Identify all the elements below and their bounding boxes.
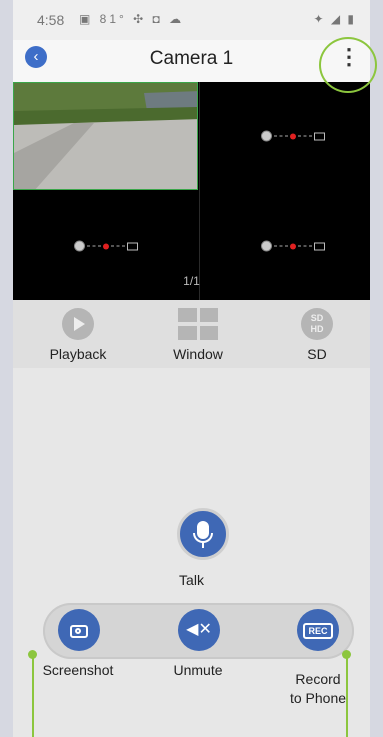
no-signal-indicator	[260, 240, 325, 252]
driveway-preview	[14, 83, 197, 189]
playback-button[interactable]: Playback	[28, 308, 128, 362]
camera-icon	[70, 625, 88, 638]
system-icons: ✦ ◢ ▮	[313, 12, 356, 26]
monitor-icon	[313, 242, 325, 250]
no-signal-indicator	[260, 130, 325, 142]
camera-icon	[73, 240, 85, 252]
window-button[interactable]: Window	[148, 308, 248, 362]
status-bar: 4:58 ▣ 81° ✣ ◘ ☁ ✦ ◢ ▮	[13, 0, 370, 40]
record-label: Record to Phone	[268, 670, 368, 708]
monitor-icon	[126, 242, 138, 250]
sd-label: SD	[307, 346, 327, 362]
tool-row: Playback Window SD HD SD	[13, 300, 370, 368]
camera-icon	[260, 130, 272, 142]
page-indicator: 1/1	[183, 274, 200, 288]
playback-label: Playback	[49, 346, 107, 362]
notification-icons: ▣ 81° ✣ ◘ ☁	[79, 12, 185, 26]
phone-screen: 4:58 ▣ 81° ✣ ◘ ☁ ✦ ◢ ▮ ‹ Camera 1 ⋮ 1/1 …	[13, 0, 370, 737]
grid-divider	[199, 82, 200, 300]
screenshot-button[interactable]	[58, 609, 100, 651]
unmute-button[interactable]: ◀✕	[178, 609, 220, 651]
record-label-line1: Record	[295, 671, 341, 687]
status-dot	[102, 243, 109, 249]
pointer-line-left	[32, 655, 34, 737]
play-icon	[62, 308, 94, 340]
sd-hd-icon: SD HD	[301, 308, 333, 340]
video-cell-2[interactable]	[200, 82, 370, 190]
status-time: 4:58	[37, 12, 65, 28]
video-grid: 1/1	[13, 82, 370, 300]
grid-icon	[178, 308, 218, 340]
screenshot-label: Screenshot	[42, 662, 114, 678]
camera-icon	[260, 240, 272, 252]
highlight-ring	[319, 37, 377, 93]
pointer-line-right	[346, 655, 348, 737]
muted-speaker-icon: ◀✕	[186, 621, 212, 638]
talk-label: Talk	[179, 572, 204, 588]
record-button[interactable]: REC	[297, 609, 339, 651]
status-dot	[289, 243, 296, 249]
header-bar: ‹ Camera 1 ⋮	[13, 40, 370, 82]
monitor-icon	[313, 132, 325, 140]
talk-button[interactable]	[177, 508, 229, 560]
no-signal-indicator	[73, 240, 138, 252]
sd-button[interactable]: SD HD SD	[267, 308, 367, 362]
record-label-line2: to Phone	[289, 690, 347, 706]
record-icon: REC	[303, 623, 333, 639]
page-title: Camera 1	[149, 48, 234, 69]
window-label: Window	[173, 346, 223, 362]
video-cell-1[interactable]	[13, 82, 198, 190]
status-dot	[289, 133, 296, 139]
unmute-label: Unmute	[173, 662, 223, 678]
